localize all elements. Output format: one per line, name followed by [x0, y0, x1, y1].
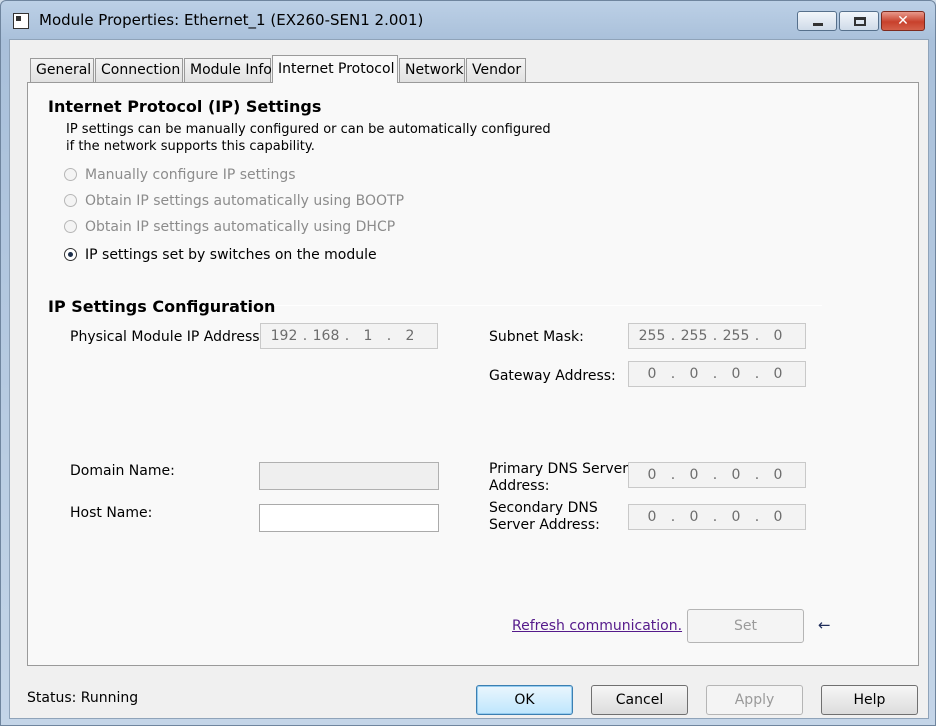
ip-dot: .	[712, 509, 718, 525]
subnet-octet-1: 255	[638, 328, 666, 344]
radio-switches-circle	[64, 248, 77, 261]
close-button[interactable]: ✕	[881, 11, 925, 31]
ok-button[interactable]: OK	[476, 685, 573, 715]
physical-ip-label: Physical Module IP Address:	[70, 329, 265, 345]
tab-vendor[interactable]: Vendor	[466, 58, 526, 82]
ip-dot: .	[386, 328, 392, 344]
ip-config-heading: IP Settings Configuration	[48, 297, 276, 316]
radio-manual-config[interactable]: Manually configure IP settings	[64, 167, 364, 185]
ip-dot: .	[670, 509, 676, 525]
ip-dot: .	[754, 509, 760, 525]
tab-module-info[interactable]: Module Info	[184, 58, 272, 82]
window-title: Module Properties: Ethernet_1 (EX260-SEN…	[39, 11, 424, 29]
ip-dot: .	[670, 467, 676, 483]
tab-connection[interactable]: Connection	[95, 58, 183, 82]
minimize-button[interactable]	[797, 11, 837, 31]
ip-dot: .	[670, 366, 676, 382]
primary-dns-octet-2: 0	[689, 467, 699, 483]
host-name-input[interactable]	[259, 504, 439, 532]
secondary-dns-field[interactable]: 0 . 0 . 0 . 0	[628, 504, 806, 530]
secondary-dns-octet-1: 0	[647, 509, 657, 525]
domain-name-input[interactable]	[259, 462, 439, 490]
ip-dot: .	[712, 467, 718, 483]
gateway-octet-3: 0	[731, 366, 741, 382]
ip-dot: .	[754, 328, 760, 344]
radio-bootp-circle	[64, 194, 77, 207]
tab-general[interactable]: General	[30, 58, 94, 82]
subnet-octet-3: 255	[722, 328, 750, 344]
ip-config-divider	[274, 305, 822, 306]
gateway-field[interactable]: 0 . 0 . 0 . 0	[628, 361, 806, 387]
primary-dns-octet-4: 0	[773, 467, 783, 483]
ip-settings-description-line-2: if the network supports this capability.	[66, 139, 315, 154]
primary-dns-octet-1: 0	[647, 467, 657, 483]
ip-dot: .	[344, 328, 350, 344]
secondary-dns-octet-3: 0	[731, 509, 741, 525]
radio-switches-label: IP settings set by switches on the modul…	[85, 247, 377, 263]
gateway-octet-2: 0	[689, 366, 699, 382]
ip-dot: .	[670, 328, 676, 344]
close-icon: ✕	[897, 13, 909, 29]
module-properties-window: Module Properties: Ethernet_1 (EX260-SEN…	[0, 0, 936, 726]
ip-dot: .	[754, 467, 760, 483]
subnet-mask-field[interactable]: 255 . 255 . 255 . 0	[628, 323, 806, 349]
dialog-client-area: General Connection Module Info Internet …	[9, 39, 929, 719]
apply-button[interactable]: Apply	[706, 685, 803, 715]
subnet-mask-label: Subnet Mask:	[489, 329, 584, 345]
radio-manual-circle	[64, 168, 77, 181]
ip-dot: .	[754, 366, 760, 382]
title-bar[interactable]: Module Properties: Ethernet_1 (EX260-SEN…	[1, 1, 935, 39]
domain-name-label: Domain Name:	[70, 463, 175, 479]
status-text: Status: Running	[27, 690, 139, 706]
refresh-communication-link[interactable]: Refresh communication.	[512, 618, 682, 634]
help-button[interactable]: Help	[821, 685, 918, 715]
radio-bootp-label: Obtain IP settings automatically using B…	[85, 193, 405, 209]
gateway-octet-4: 0	[773, 366, 783, 382]
secondary-dns-octet-2: 0	[689, 509, 699, 525]
primary-dns-octet-3: 0	[731, 467, 741, 483]
radio-manual-label: Manually configure IP settings	[85, 167, 296, 183]
minimize-icon	[813, 23, 823, 26]
radio-dhcp-label: Obtain IP settings automatically using D…	[85, 219, 396, 235]
maximize-button[interactable]	[839, 11, 879, 31]
maximize-icon	[854, 17, 866, 26]
set-button[interactable]: Set	[687, 609, 804, 643]
subnet-octet-4: 0	[773, 328, 783, 344]
internet-protocol-panel: Internet Protocol (IP) Settings IP setti…	[27, 82, 919, 666]
secondary-dns-label-line-2: Server Address:	[489, 517, 600, 533]
radio-bootp[interactable]: Obtain IP settings automatically using B…	[64, 193, 404, 211]
radio-dhcp-circle	[64, 220, 77, 233]
tab-internet-protocol[interactable]: Internet Protocol	[272, 55, 398, 83]
ip-settings-description-line-1: IP settings can be manually configured o…	[66, 122, 551, 137]
secondary-dns-octet-4: 0	[773, 509, 783, 525]
physical-ip-octet-2: 168	[312, 328, 340, 344]
host-name-label: Host Name:	[70, 505, 153, 521]
physical-ip-octet-3: 1	[363, 328, 373, 344]
tab-network[interactable]: Network	[399, 58, 465, 82]
ip-settings-heading: Internet Protocol (IP) Settings	[48, 97, 322, 116]
ip-dot: .	[712, 328, 718, 344]
arrow-left-icon: ←	[818, 616, 831, 634]
ip-dot: .	[712, 366, 718, 382]
ip-dot: .	[302, 328, 308, 344]
primary-dns-label-line-2: Address:	[489, 478, 550, 494]
primary-dns-label-line-1: Primary DNS Server	[489, 461, 629, 477]
physical-ip-octet-4: 2	[405, 328, 415, 344]
physical-ip-octet-1: 192	[270, 328, 298, 344]
cancel-button[interactable]: Cancel	[591, 685, 688, 715]
gateway-label: Gateway Address:	[489, 368, 616, 384]
app-icon	[13, 13, 29, 29]
subnet-octet-2: 255	[680, 328, 708, 344]
radio-dhcp[interactable]: Obtain IP settings automatically using D…	[64, 219, 404, 237]
radio-switches[interactable]: IP settings set by switches on the modul…	[64, 247, 384, 265]
secondary-dns-label-line-1: Secondary DNS	[489, 500, 598, 516]
gateway-octet-1: 0	[647, 366, 657, 382]
primary-dns-field[interactable]: 0 . 0 . 0 . 0	[628, 462, 806, 488]
physical-ip-field[interactable]: 192 . 168 . 1 . 2	[260, 323, 438, 349]
